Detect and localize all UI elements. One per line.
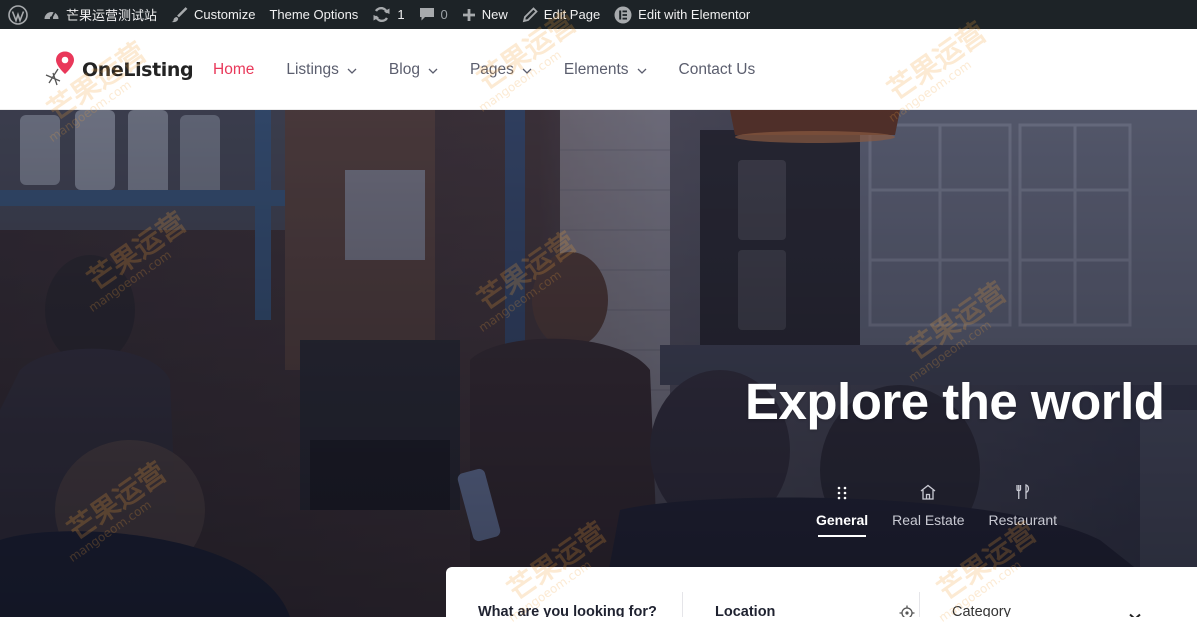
crosshair-location-icon[interactable] — [899, 605, 915, 617]
edit-with-elementor-link[interactable]: Edit with Elementor — [607, 0, 757, 29]
plus-icon — [462, 8, 476, 22]
nav-item-label: Home — [213, 60, 255, 78]
nav-item-pages[interactable]: Pages — [470, 60, 532, 79]
main-navigation: Home Listings Blog Pages Elements Contac… — [213, 29, 787, 110]
customize-label: Customize — [194, 7, 256, 22]
category-select-value: Category — [952, 604, 1011, 617]
comment-icon — [419, 7, 435, 22]
chevron-down-icon — [637, 61, 647, 79]
keyword-field-label: What are you looking for? — [478, 604, 657, 617]
updates-count: 1 — [397, 7, 405, 22]
hero-title: Explore the world — [745, 373, 1165, 430]
grid-dots-icon — [837, 480, 847, 500]
fork-knife-icon — [1015, 480, 1031, 500]
logo-text: OneListing — [82, 59, 194, 81]
edit-with-elementor-label: Edit with Elementor — [638, 7, 751, 22]
tab-underline — [999, 535, 1047, 537]
chevron-down-icon — [1129, 609, 1141, 617]
nav-item-elements[interactable]: Elements — [564, 60, 647, 79]
nav-item-label: Listings — [286, 60, 339, 78]
updates-link[interactable]: 1 — [365, 0, 411, 29]
tab-label: Real Estate — [892, 512, 965, 528]
wp-admin-bar: 芒果运营测试站 Customize Theme Options 1 0 New … — [0, 0, 1197, 29]
nav-item-home[interactable]: Home — [213, 61, 254, 79]
home-icon — [919, 480, 937, 500]
tab-label: Restaurant — [988, 512, 1057, 528]
site-header: OneListing Home Listings Blog Pages Elem… — [0, 29, 1197, 110]
map-pin-logo-icon — [44, 51, 78, 87]
tab-general[interactable]: General — [816, 480, 868, 537]
nav-item-label: Blog — [388, 60, 420, 78]
paintbrush-icon — [171, 6, 188, 23]
chevron-down-icon — [428, 61, 438, 79]
dashboard-icon — [43, 7, 60, 22]
site-name-label: 芒果运营测试站 — [66, 8, 158, 23]
tab-label: General — [816, 512, 869, 528]
keyword-search-field[interactable]: What are you looking for? — [478, 595, 668, 617]
theme-options-label: Theme Options — [269, 7, 359, 22]
comments-link[interactable]: 0 — [412, 0, 455, 29]
comments-count: 0 — [440, 7, 448, 22]
tab-underline — [904, 535, 952, 537]
hero-section: Explore the world General Real Estate Re… — [0, 110, 1197, 617]
location-field-label: Location — [715, 604, 776, 617]
updates-icon — [372, 6, 391, 23]
new-content-link[interactable]: New — [455, 0, 515, 29]
new-label: New — [481, 7, 508, 22]
elementor-icon — [614, 6, 632, 24]
chevron-down-icon — [347, 61, 357, 79]
tab-real-estate[interactable]: Real Estate — [892, 480, 965, 537]
wordpress-logo-icon[interactable] — [0, 0, 36, 29]
chevron-down-icon — [522, 61, 532, 79]
category-select[interactable]: Category — [952, 595, 1147, 617]
pencil-icon — [522, 6, 538, 23]
nav-item-contact-us[interactable]: Contact Us — [679, 61, 756, 79]
edit-page-label: Edit Page — [543, 7, 601, 22]
location-field[interactable]: Location — [715, 595, 920, 617]
nav-item-label: Contact Us — [678, 60, 756, 78]
nav-item-listings[interactable]: Listings — [286, 60, 357, 79]
site-logo[interactable]: OneListing — [44, 51, 194, 87]
field-divider — [919, 592, 920, 617]
site-name-menu[interactable]: 芒果运营测试站 — [36, 0, 164, 29]
edit-page-link[interactable]: Edit Page — [515, 0, 607, 29]
theme-options-link[interactable]: Theme Options — [262, 0, 365, 29]
customize-link[interactable]: Customize — [164, 0, 262, 29]
tab-restaurant[interactable]: Restaurant — [989, 480, 1057, 537]
field-divider — [682, 592, 683, 617]
search-type-tabs: General Real Estate Restaurant — [816, 480, 1081, 537]
hero-background-image — [0, 110, 1197, 617]
nav-item-label: Pages — [469, 60, 514, 78]
search-panel: What are you looking for? Location Categ… — [446, 567, 1197, 617]
nav-item-blog[interactable]: Blog — [389, 60, 438, 79]
active-tab-underline — [818, 535, 867, 537]
nav-item-label: Elements — [563, 60, 629, 78]
